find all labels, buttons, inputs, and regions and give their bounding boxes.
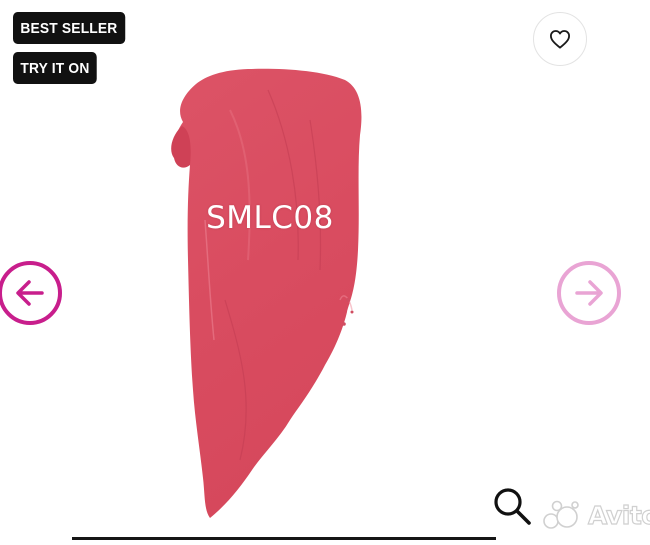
zoom-button[interactable] (488, 482, 536, 530)
arrow-left-icon (16, 280, 44, 306)
try-it-on-badge[interactable]: TRY IT ON (13, 52, 97, 84)
watermark-text: Avito (587, 500, 650, 530)
next-image-button[interactable] (557, 261, 621, 325)
product-image-gallery: SMLC08 BEST SELLER TRY IT ON Avito (0, 0, 650, 540)
lipstick-swatch: SMLC08 (0, 0, 650, 540)
favorite-button[interactable] (533, 12, 587, 66)
arrow-right-icon (575, 280, 603, 306)
avito-logo-icon (543, 500, 579, 529)
previous-image-button[interactable] (0, 261, 62, 325)
swatch-shape (172, 68, 362, 518)
heart-icon (550, 30, 570, 49)
magnifier-icon (494, 488, 531, 525)
best-seller-badge: BEST SELLER (13, 12, 125, 44)
avito-watermark: Avito (542, 497, 650, 533)
shade-code-label: SMLC08 (206, 200, 334, 236)
